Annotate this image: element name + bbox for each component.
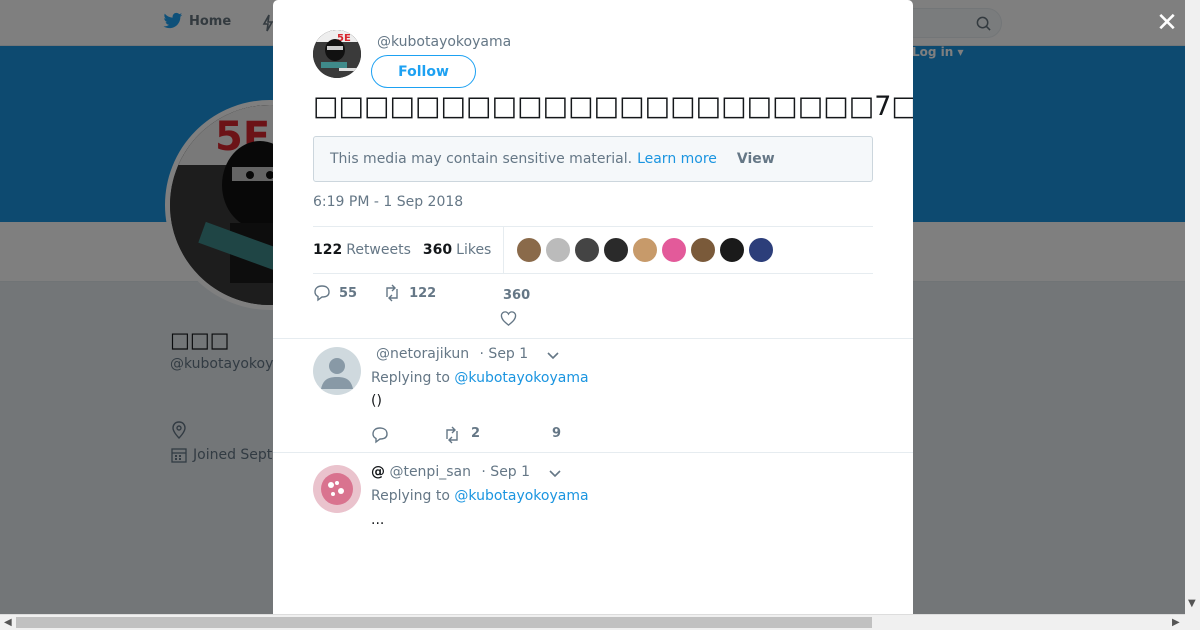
retweets-stat[interactable]: 122 Retweets [313,242,411,258]
reply-avatar[interactable] [313,347,361,395]
liker-avatar[interactable] [516,237,543,263]
default-avatar-icon [321,358,353,389]
replying-to: Replying to @kubotayokoyama [371,370,589,386]
reply-text: () [371,393,382,409]
retweets-count: 122 [313,242,343,258]
reply-count: 55 [339,285,358,301]
replying-prefix: Replying to [371,370,450,386]
reply-icon[interactable] [371,426,389,444]
reply-handle: @tenpi_san [389,464,471,480]
reply-action[interactable]: 55 [313,284,357,302]
replying-to: Replying to @kubotayokoyama [371,488,589,504]
reply-user[interactable]: @netorajikun · Sep 1 [376,346,528,362]
retweet-icon [386,284,398,302]
replying-prefix: Replying to [371,488,450,504]
reply-date[interactable]: · Sep 1 [481,464,530,480]
liker-avatar[interactable] [574,237,601,263]
reply-retweet-count: 2 [471,426,481,441]
reply-display-name: @ [371,464,385,480]
retweet-icon[interactable] [443,426,461,444]
stats-divider [503,226,505,274]
liker-avatar[interactable] [748,237,775,263]
retweets-label: Retweets [346,242,411,258]
reply-text: ... [371,512,385,528]
chevron-down-icon[interactable] [546,351,560,361]
tweet-timestamp[interactable]: 6:19 PM - 1 Sep 2018 [313,194,463,210]
sensitive-media-notice: This media may contain sensitive materia… [313,136,873,182]
tweet-actions: 55 122 [313,284,462,302]
liker-avatar[interactable] [603,237,630,263]
close-icon[interactable]: ✕ [1155,10,1179,36]
liker-avatar[interactable] [690,237,717,263]
horizontal-scroll-thumb[interactable] [16,617,872,628]
liker-avatar[interactable] [661,237,688,263]
like-count[interactable]: 360 [503,288,530,303]
reply-date[interactable]: · Sep 1 [480,346,529,362]
reply-like-count[interactable]: 9 [552,426,561,444]
horizontal-scrollbar[interactable]: ◀ ▶ [0,614,1185,630]
liker-avatar[interactable] [632,237,659,263]
liker-avatar[interactable] [545,237,572,263]
learn-more-link[interactable]: Learn more [637,151,717,167]
scroll-left-icon[interactable]: ◀ [4,617,12,628]
likes-count: 360 [422,242,453,258]
liker-avatars [516,237,775,263]
reply-user[interactable]: @ @tenpi_san · Sep 1 [371,464,530,480]
retweet-action[interactable]: 122 [383,284,436,302]
vertical-scrollbar[interactable]: ▼ [1185,0,1200,630]
tweet-modal: 5E @kubotayokoyama Follow □□□□□□□□□□□□□□… [273,0,913,614]
tweet-author-handle[interactable]: @kubotayokoyama [377,34,511,50]
tweet-text: □□□□□□□□□□□□□□□□□□□□□□7□□□□□□□□□□□□□□□□□… [313,91,913,122]
author-avatar-illustration: 5E [313,30,361,78]
reply-handle: @netorajikun [376,346,470,362]
reply-avatar[interactable] [313,465,361,513]
tweet-stats: 122 Retweets 360 Likes [313,226,873,274]
reply-item[interactable]: @netorajikun · Sep 1 Replying to @kubota… [273,338,913,453]
likes-label: Likes [456,242,492,258]
reply-icon [314,285,330,302]
liker-avatar[interactable] [719,237,746,263]
likes-stat[interactable]: 360 Likes [423,242,491,258]
view-media-button[interactable]: View [737,151,775,167]
scroll-down-icon[interactable]: ▼ [1188,598,1196,609]
tweet-author-avatar[interactable]: 5E [313,30,361,78]
scroll-right-icon[interactable]: ▶ [1172,617,1180,628]
reply-item[interactable]: @ @tenpi_san · Sep 1 Replying to @kubota… [273,452,913,614]
replying-to-link[interactable]: @kubotayokoyama [454,370,588,386]
reply-actions: 2 9 [371,426,561,444]
replying-to-link[interactable]: @kubotayokoyama [454,488,588,504]
chevron-down-icon[interactable] [548,469,562,479]
retweet-count: 122 [409,285,437,301]
heart-icon[interactable] [500,310,517,327]
avatar-image [313,465,361,513]
follow-button[interactable]: Follow [371,55,476,88]
sensitive-text: This media may contain sensitive materia… [330,151,633,167]
